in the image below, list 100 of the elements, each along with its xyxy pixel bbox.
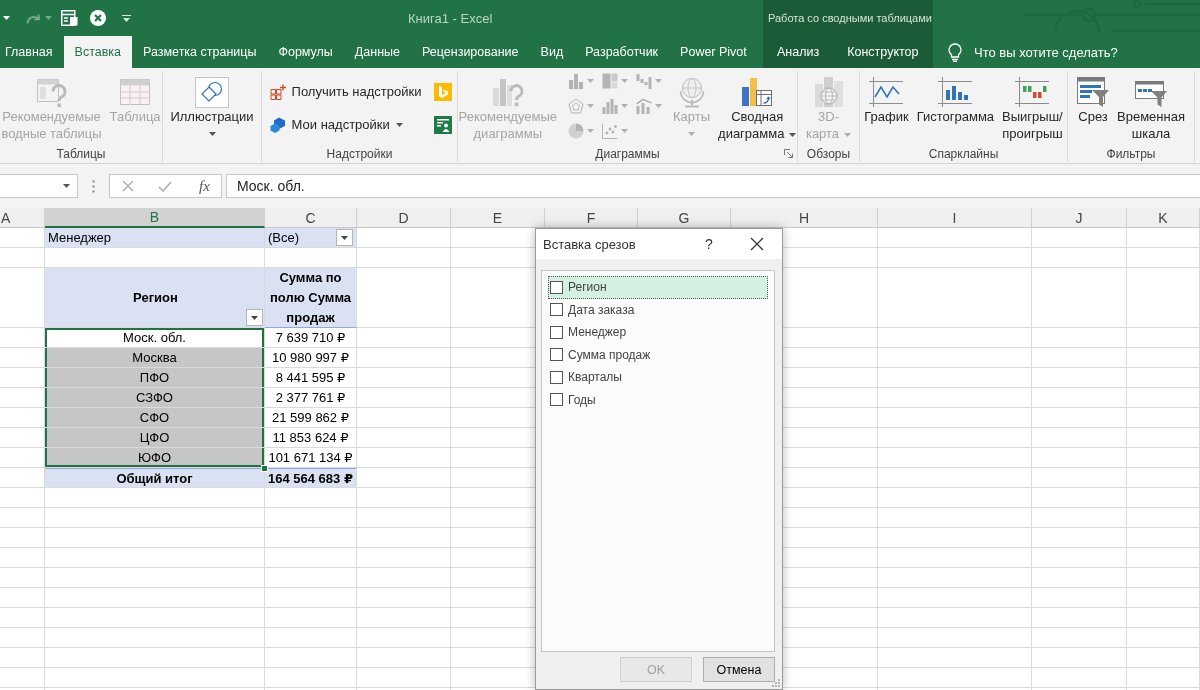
column-header[interactable]: B [45,208,265,228]
checkbox[interactable] [550,370,563,384]
caret-icon [208,131,216,136]
column-header[interactable]: A [0,208,45,228]
checkbox[interactable] [550,393,563,407]
combo-chart-icon [636,98,652,114]
table-cell: 164 564 683 ₽ [265,468,357,488]
ribbon-tab[interactable]: Разработчик [574,36,670,68]
caret-icon [395,122,403,127]
ribbon-button[interactable]: Получить надстройки [266,79,425,104]
group-label: Надстройки [326,146,393,161]
group-label: Обзоры [806,146,851,161]
ribbon-tab[interactable]: Разметка страницы [132,36,268,68]
table-cell: ЦФО [45,428,265,448]
grip-dots-icon [92,179,95,193]
ribbon-button[interactable]: График [861,71,912,125]
table-icon [119,76,152,108]
column-header[interactable]: E [451,208,545,228]
column-header[interactable]: C [265,208,357,228]
chart-question-icon [491,76,524,108]
ribbon-button[interactable]: Выигрыш/ проигрыш [999,71,1066,142]
ribbon-tab[interactable]: Вид [529,36,575,68]
waterfall-chart-icon [636,73,652,89]
resize-grip-icon [772,679,780,687]
group-label: Спарклайны [928,146,999,161]
ribbon-button[interactable]: Гистограмма [913,71,998,125]
close-icon [750,237,764,251]
ribbon-tab[interactable]: Данные [343,36,412,68]
caret-icon[interactable] [63,184,70,188]
table-cell: ЮФО [45,448,265,468]
column-header[interactable]: I [878,208,1032,228]
column-header[interactable]: K [1127,208,1200,228]
ribbon-tab[interactable]: Главная [0,36,64,68]
line-chart-icon [869,76,904,108]
insert-function-button[interactable]: fx [197,177,212,195]
checkbox[interactable] [550,303,563,317]
grid-plus-icon [269,83,286,100]
caret-icon[interactable] [3,16,10,20]
ribbon-button[interactable]: Мои надстройки [266,112,406,137]
list-item[interactable]: Менеджер [548,321,768,344]
bar-chart-icon [938,76,973,108]
x-circle-icon[interactable] [90,10,106,26]
column-header[interactable]: J [1032,208,1127,228]
filter-dropdown-button[interactable] [336,229,353,246]
table-cell: Моск. обл. [45,328,265,348]
histogram-icon [602,98,618,114]
dialog-title: Вставка срезов [543,236,636,252]
logo-tile-icon[interactable] [434,82,453,101]
ribbon-button[interactable]: Срез [1074,71,1113,125]
caret-icon [844,132,852,137]
list-item[interactable]: Сумма продаж [548,343,768,366]
corner-arrow-icon[interactable] [784,149,793,158]
checkbox[interactable] [550,348,563,362]
ribbon-tab[interactable]: Конструктор [833,36,933,68]
table-cell: СЗФО [45,388,265,408]
row-header-label: Регион [133,289,178,305]
table-cell: Менеджер [45,228,265,248]
ribbon-tab[interactable]: Power Pivot [669,36,758,68]
caret-icon [587,79,594,83]
caret-icon [587,129,594,133]
group-label: Диаграммы [595,146,660,161]
person-chart-icon[interactable] [434,115,453,134]
ribbon-tab[interactable]: Вставка [63,36,133,68]
fill-handle[interactable] [261,465,268,472]
ribbon-button[interactable]: Сводная диаграмма [715,71,800,142]
ribbon-tab[interactable]: Рецензирование [411,36,530,68]
table-question-icon [35,76,68,108]
list-funnel-icon [1077,76,1110,108]
list-item[interactable]: Регион [548,276,768,299]
column-header[interactable]: F [545,208,638,228]
check-icon[interactable] [158,180,172,192]
form-icon[interactable] [61,10,78,26]
window-title: Книга1 - Excel [408,10,493,26]
help-button[interactable]: ? [701,234,717,254]
checkbox[interactable] [550,280,563,294]
caret-icon [621,79,628,83]
ribbon-tab[interactable]: Формулы [267,36,344,68]
ribbon-tab[interactable]: Анализ [763,36,834,68]
list-item[interactable]: Годы [548,388,768,411]
checkbox[interactable] [550,325,563,339]
caret-bar-icon[interactable] [122,14,131,22]
tell-me-field[interactable]: Что вы хотите сделать? [974,43,1126,61]
cubes-icon [269,116,286,133]
column-header[interactable]: G [638,208,731,228]
table-cell: СФО [45,408,265,428]
dialog-button[interactable]: Отмена [703,657,775,682]
list-item[interactable]: Дата заказа [548,298,768,321]
table-cell: Сумма по полю Сумма продаж [265,268,357,328]
ribbon-button[interactable]: Иллюстрации [167,71,257,142]
column-header[interactable]: D [357,208,451,228]
buildings-globe-icon [812,76,845,108]
caret-icon [587,104,594,108]
formula-input[interactable]: Моск. обл. [226,174,1200,198]
ribbon-button[interactable]: Временная шкала [1114,71,1188,142]
caret-icon [341,235,348,240]
column-header[interactable]: H [731,208,878,228]
caret-icon [251,315,258,320]
filter-dropdown-button[interactable] [246,309,263,326]
list-item[interactable]: Кварталы [548,366,768,389]
table-cell: Москва [45,348,265,368]
